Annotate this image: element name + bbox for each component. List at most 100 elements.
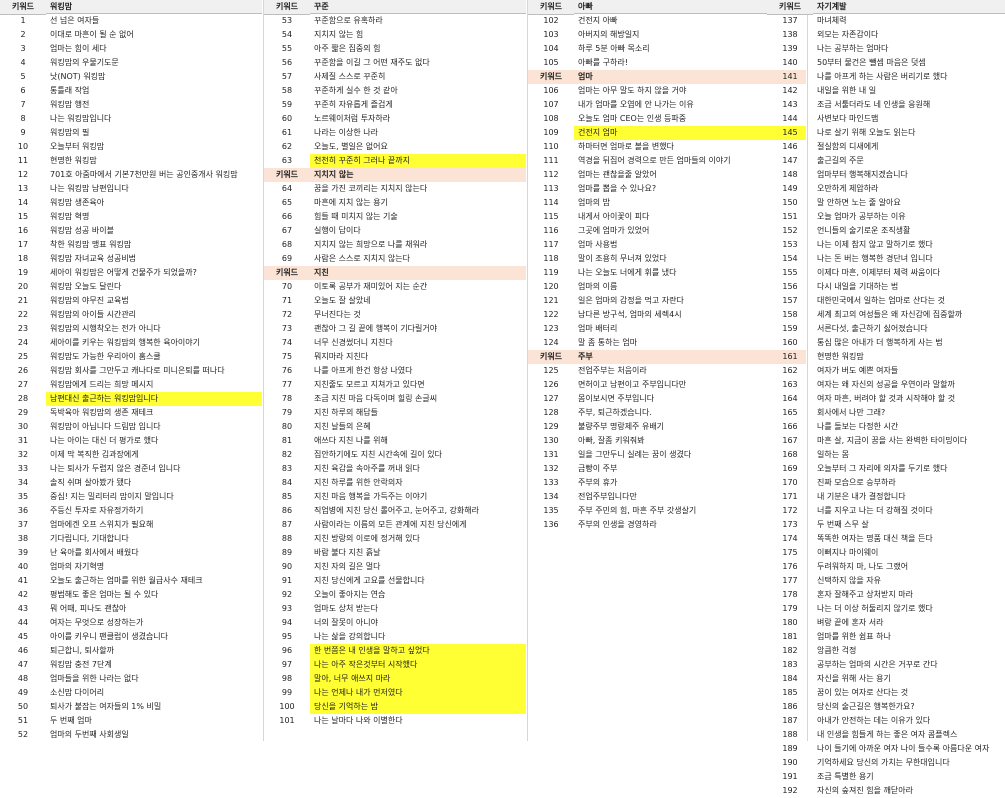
- table-row[interactable]: 150 말 안하면 노는 줄 알아요: [767, 196, 1005, 210]
- book-title-cell[interactable]: 당신을 기억하는 밤: [310, 700, 526, 714]
- table-row[interactable]: 18 워킹맘 자녀교육 성공비법: [0, 252, 262, 266]
- table-row[interactable]: 36 주등신 투자로 자유정가하기: [0, 504, 262, 518]
- book-title-cell[interactable]: 회사에서 나만 그래?: [813, 406, 1005, 420]
- table-row[interactable]: 128 주부, 퇴근하겠습니다.: [528, 406, 806, 420]
- table-row[interactable]: 41 오늘도 출근하는 엄마를 위한 월급사수 재테크: [0, 574, 262, 588]
- table-row[interactable]: 179 나는 더 이상 허둘리지 않기로 했다: [767, 602, 1005, 616]
- table-row[interactable]: 81 애쓰다 지친 나를 위해: [264, 434, 526, 448]
- table-row[interactable]: 172 너를 지우고 나는 더 강해질 것이다: [767, 504, 1005, 518]
- book-title-cell[interactable]: 바람 불다 지친 흙날: [310, 546, 526, 560]
- book-title-cell[interactable]: 실행이 답이다: [310, 224, 526, 238]
- book-title-cell[interactable]: 지친 자의 길은 멀다: [310, 560, 526, 574]
- book-title-cell[interactable]: 낫(NOT) 워킹맘: [46, 70, 262, 84]
- book-title-cell[interactable]: 언니들의 술기로운 조직생활: [813, 224, 1005, 238]
- book-title-cell[interactable]: 아주 짧은 집중의 힘: [310, 42, 526, 56]
- table-row[interactable]: 116 그곳에 엄마가 있었어: [528, 224, 806, 238]
- table-row[interactable]: 62 오늘도, 별일은 없어요: [264, 140, 526, 154]
- keyword-title[interactable]: 자기계발: [813, 0, 1005, 14]
- book-title-cell[interactable]: 오만하게 제압하라: [813, 182, 1005, 196]
- book-title-cell[interactable]: 꿈이 있는 여자로 산다는 것: [813, 686, 1005, 700]
- book-title-cell[interactable]: 지친 당신에게 고요를 선물합니다: [310, 574, 526, 588]
- book-title-cell[interactable]: 내 인생을 힘들게 하는 좋은 여자 콤플렉스: [813, 728, 1005, 742]
- table-row[interactable]: 134 전업주부입니다만: [528, 490, 806, 504]
- book-title-cell[interactable]: 중심! 지는 밀리터리 맘이지 말입니다: [46, 490, 262, 504]
- table-row[interactable]: 104 하루 5분 아빠 목소리: [528, 42, 806, 56]
- table-row[interactable]: 25 워킹맘도 가능한 우리아이 홈스쿨: [0, 350, 262, 364]
- table-row[interactable]: 120 엄마의 이름: [528, 280, 806, 294]
- book-title-cell[interactable]: 엄마에겐 오프 스위치가 필요해: [46, 518, 262, 532]
- book-title-cell[interactable]: 나는 삶을 강의합니다: [310, 630, 526, 644]
- book-title-cell[interactable]: 공부하는 엄마의 시간은 거꾸로 간다: [813, 658, 1005, 672]
- table-row[interactable]: 40 엄마의 자기혁명: [0, 560, 262, 574]
- book-title-cell[interactable]: 오늘부터 그 자리에 의자를 두기로 했다: [813, 462, 1005, 476]
- book-title-cell[interactable]: 나는 공부하는 엄마다: [813, 42, 1005, 56]
- book-title-cell[interactable]: 조금 서툴더라도 네 인생을 응원해: [813, 98, 1005, 112]
- book-title-cell[interactable]: 여자는 무엇으로 성장하는가: [46, 616, 262, 630]
- book-title-cell[interactable]: 자신을 위해 사는 용기: [813, 672, 1005, 686]
- book-title-cell[interactable]: 남편대신 출근하는 워킹맘입니다: [46, 392, 262, 406]
- table-row[interactable]: 71 오늘도 잘 살았네: [264, 294, 526, 308]
- table-row[interactable]: 93 엄마도 상처 받는다: [264, 602, 526, 616]
- table-row[interactable]: 58 꾸준하게 실수 한 것 같아: [264, 84, 526, 98]
- book-title-cell[interactable]: 마녀체력: [813, 14, 1005, 28]
- book-title-cell[interactable]: 아내가 안전하는 데는 이유가 있다: [813, 714, 1005, 728]
- book-title-cell[interactable]: 조금 특별한 용기: [813, 770, 1005, 784]
- table-row[interactable]: 114 엄마의 밥: [528, 196, 806, 210]
- table-row[interactable]: 52 엄마의 두번째 사회생일: [0, 728, 262, 742]
- book-title-cell[interactable]: 한 번쯤은 내 인생을 말하고 싶었다: [310, 644, 526, 658]
- book-title-cell[interactable]: 워킹맘 행전: [46, 98, 262, 112]
- table-row[interactable]: 43 뭐 어때, 피나도 괜찮아: [0, 602, 262, 616]
- table-row[interactable]: 191 조금 특별한 용기: [767, 770, 1005, 784]
- table-row[interactable]: 46 퇴근합니, 퇴사할까: [0, 644, 262, 658]
- book-title-cell[interactable]: 나는 워킹맘 남편입니다: [46, 182, 262, 196]
- keyword-header-row[interactable]: 키워드 엄마: [528, 70, 806, 84]
- table-row[interactable]: 103 아버지의 해방일지: [528, 28, 806, 42]
- table-row[interactable]: 101 나는 날마다 나와 이별한다: [264, 714, 526, 728]
- book-title-cell[interactable]: 신택하지 않을 자유: [813, 574, 1005, 588]
- table-row[interactable]: 184 자신을 위해 사는 용기: [767, 672, 1005, 686]
- book-title-cell[interactable]: 퇴근합니, 퇴사할까: [46, 644, 262, 658]
- table-row[interactable]: 24 세아이를 키우는 워킹맘의 행복한 육아이야기: [0, 336, 262, 350]
- book-title-cell[interactable]: 지친 방랑의 이로에 정거해 있다: [310, 532, 526, 546]
- table-row[interactable]: 26 워킹맘 회사를 그만두고 캐나다로 미니은퇴를 떠나다: [0, 364, 262, 378]
- book-title-cell[interactable]: 지친 마음 행복을 가득주는 이야기: [310, 490, 526, 504]
- table-row[interactable]: 72 무너진다는 것: [264, 308, 526, 322]
- table-row[interactable]: 98 말아, 너무 애쓰지 마라: [264, 672, 526, 686]
- table-row[interactable]: 167 마흔 살, 지금이 꿈을 사는 완벽한 타이밍이다: [767, 434, 1005, 448]
- book-title-cell[interactable]: 꾸준함을 이길 그 어떤 재주도 없다: [310, 56, 526, 70]
- book-title-cell[interactable]: 선 넘은 여자들: [46, 14, 262, 28]
- book-title-cell[interactable]: 당신의 술근길은 행복한가요?: [813, 700, 1005, 714]
- table-row[interactable]: 82 집안하기에도 지친 시간속에 길이 있다: [264, 448, 526, 462]
- table-row[interactable]: 29 독박육아 워킹맘의 생존 재테크: [0, 406, 262, 420]
- table-row[interactable]: 68 지치지 않는 희망으로 나를 채워라: [264, 238, 526, 252]
- book-title-cell[interactable]: 내 기분은 내가 결정합니다: [813, 490, 1005, 504]
- book-title-cell[interactable]: 난 육아를 회사에서 배웠다: [46, 546, 262, 560]
- book-title-cell[interactable]: 오늘도 잘 살았네: [310, 294, 526, 308]
- table-row[interactable]: 157 대한민국에서 일하는 엄마로 산다는 것: [767, 294, 1005, 308]
- table-row[interactable]: 64 꿈을 가진 코끼리는 지치지 않는다: [264, 182, 526, 196]
- book-title-cell[interactable]: 주등신 투자로 자유정가하기: [46, 504, 262, 518]
- table-row[interactable]: 2 이대로 마흔이 될 순 없어: [0, 28, 262, 42]
- table-row[interactable]: 147 출근길의 주문: [767, 154, 1005, 168]
- book-title-cell[interactable]: 워킹맘 자녀교육 성공비법: [46, 252, 262, 266]
- table-row[interactable]: 106 엄마는 아무 말도 하지 않을 거야: [528, 84, 806, 98]
- keyword-title[interactable]: 워킹맘: [46, 0, 262, 14]
- table-row[interactable]: 28 남편대신 출근하는 워킹맘입니다: [0, 392, 262, 406]
- book-title-cell[interactable]: 집안하기에도 지친 시간속에 길이 있다: [310, 448, 526, 462]
- keyword-header-row[interactable]: 키워드 아빠: [528, 0, 806, 15]
- table-row[interactable]: 124 말 좀 통하는 엄마: [528, 336, 806, 350]
- book-title-cell[interactable]: 워킹맘 혁명: [46, 210, 262, 224]
- table-row[interactable]: 30 워킹맘이 아닙니다 드림맘 입니다: [0, 420, 262, 434]
- table-row[interactable]: 185 꿈이 있는 여자로 산다는 것: [767, 686, 1005, 700]
- book-title-cell[interactable]: 엄마를 위한 쉼표 하나: [813, 630, 1005, 644]
- book-title-cell[interactable]: 나는 더 이상 허둘리지 않기로 했다: [813, 602, 1005, 616]
- table-row[interactable]: 9 워킹맘의 필: [0, 126, 262, 140]
- book-title-cell[interactable]: 워킹맘 회사를 그만두고 캐나다로 미니은퇴를 떠나다: [46, 364, 262, 378]
- book-title-cell[interactable]: 엄마도 상처 받는다: [310, 602, 526, 616]
- book-title-cell[interactable]: 너무 신경썼더니 지친다: [310, 336, 526, 350]
- table-row[interactable]: 132 금빵이 주부: [528, 462, 806, 476]
- table-row[interactable]: 94 너의 잘못이 아니야: [264, 616, 526, 630]
- table-row[interactable]: 168 일하는 몸: [767, 448, 1005, 462]
- table-row[interactable]: 105 아빠를 구하라!: [528, 56, 806, 70]
- book-title-cell[interactable]: 나는 워킹맘입니다: [46, 112, 262, 126]
